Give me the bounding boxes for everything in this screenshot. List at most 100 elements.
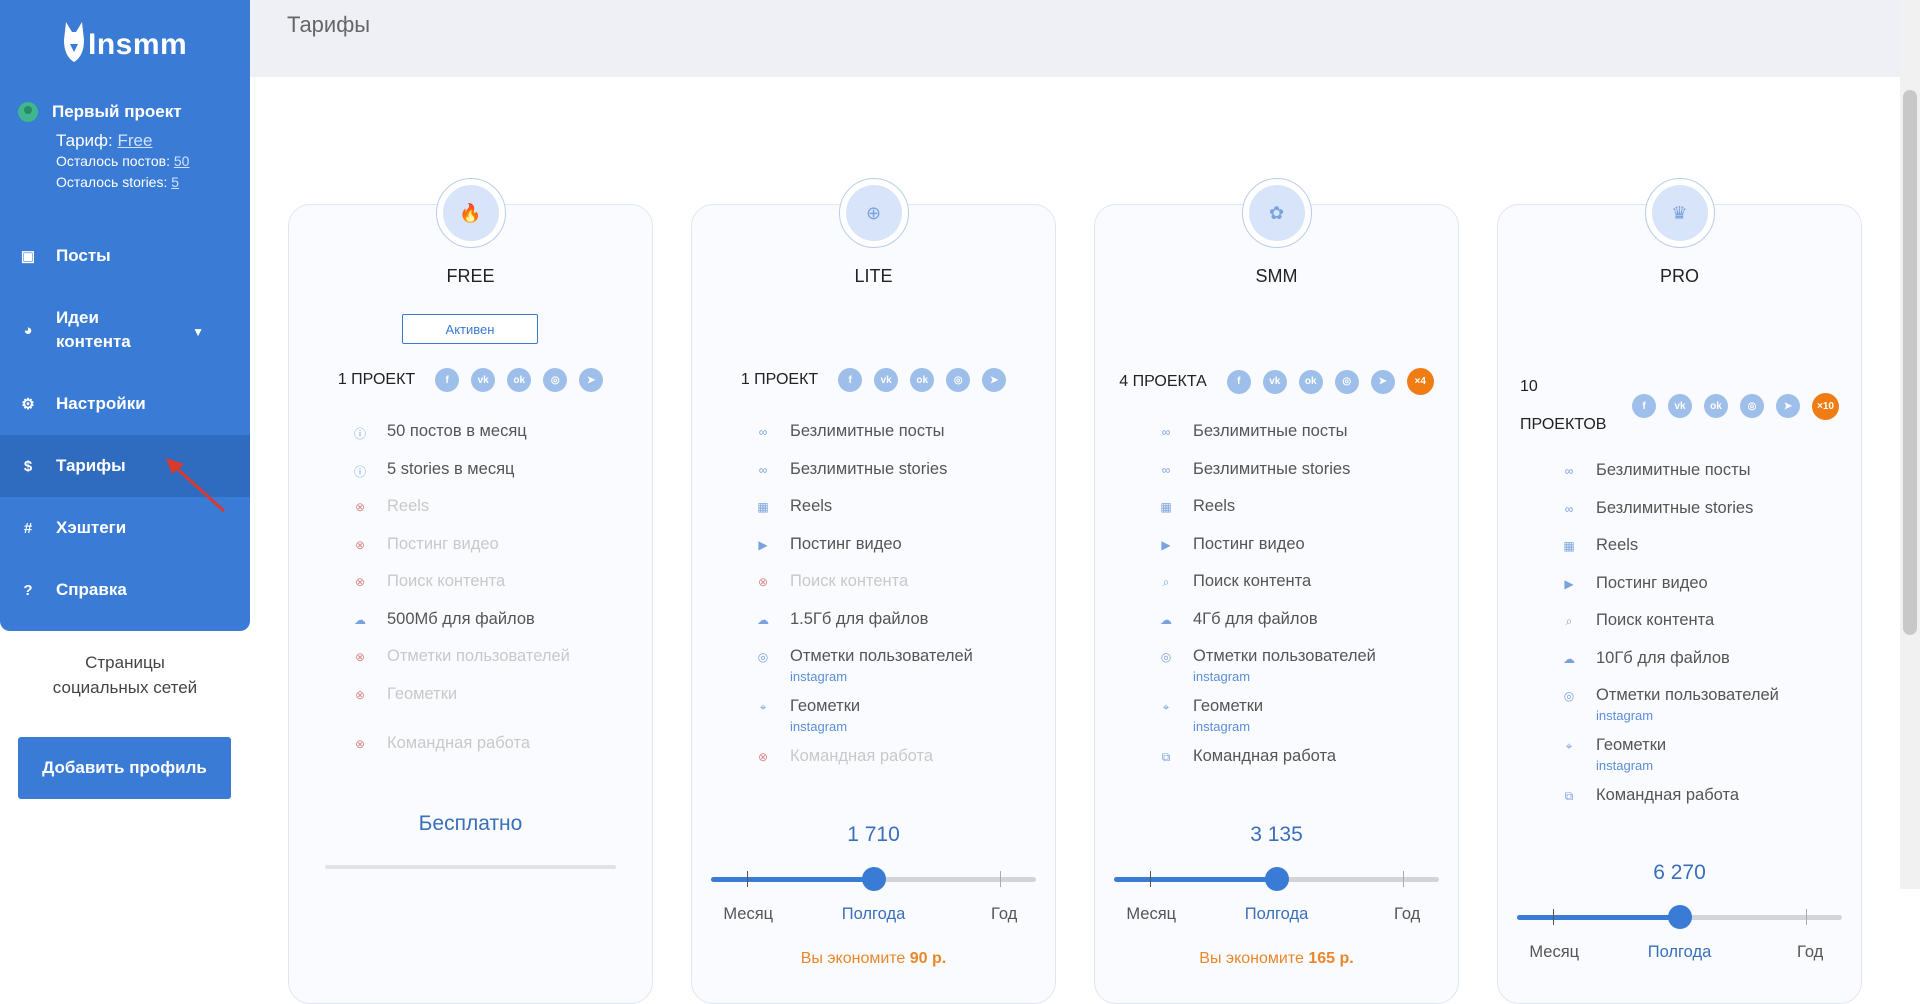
posts-left-label: Осталось постов: [56,153,170,169]
stories-left-value[interactable]: 5 [171,174,179,190]
cross-icon: ⊗ [354,737,366,751]
plan-badge: 🔥 [435,178,506,248]
feature-item: ▶ Постинг видео [1562,574,1852,612]
slider-thumb[interactable] [1667,905,1692,929]
telegram-icon: ➤ [982,368,1007,392]
stories-left-label: Осталось stories: [56,174,168,190]
cloud-icon: ☁ [1563,651,1575,666]
feature-item: ⊗ Постинг видео [353,535,643,573]
sidebar-item-label: Хэштеги [56,518,127,537]
cloud-icon: ☁ [354,612,366,627]
slider-tick [1403,871,1405,887]
projects-row: 1 ПРОЕКТ f vk ok ◎ ➤ [692,368,1055,392]
feature-item: ⊗ Reels [353,497,643,535]
feature-item: ∞ Безлимитные посты [1562,461,1852,499]
feature-item: ⊗ Командная работа [353,734,643,772]
projects-row: 1 ПРОЕКТ f vk ok ◎ ➤ [289,368,652,392]
period-option[interactable]: Год [991,905,1017,924]
feature-item: ☁ 4Гб для файлов [1159,610,1449,648]
plan-card-free: 🔥 FREE Активен 1 ПРОЕКТ f vk ok ◎ ➤ ⓘ 50 постов в … [288,178,653,1004]
cross-icon: ⊗ [757,575,769,589]
multiplier-badge: ×4 [1406,368,1434,395]
plan-title: PRO [1659,266,1699,286]
feature-text: Командная работа [1596,786,1740,804]
feature-text: Командная работа [387,734,531,752]
sidebar-item-settings[interactable]: ⚙ Настройки [0,373,250,435]
sidebar-item-label: Тарифы [56,456,126,475]
feature-item: ◎ Отметки пользователей instagram [1159,647,1449,697]
period-option[interactable]: Год [1797,943,1823,962]
feature-item: ⊗ Отметки пользователей [353,647,643,685]
feature-item: ∞ Безлимитные посты [1159,422,1449,460]
plan-card-smm: ✿ SMM 4 ПРОЕКТА f vk ok ◎ ➤ ×4 ∞ Безлимитные посты… [1094,178,1459,1004]
price-divider [325,865,616,869]
gear-icon: ⚙ [21,396,35,413]
facebook-icon: f [838,368,863,392]
feature-text: Поиск контента [387,572,506,590]
feature-item: ☁ 10Гб для файлов [1562,649,1852,687]
feature-item: ⊗ Командная работа [756,747,1046,785]
odnoklassniki-icon: ok [910,368,935,392]
feature-subtext: instagram [790,669,848,684]
feature-text: Reels [790,497,833,515]
tariff-link[interactable]: Free [117,131,152,150]
plan-card-lite: ⊕ LITE 1 ПРОЕКТ f vk ok ◎ ➤ ∞ Безлимитные посты ∞ Б… [691,178,1056,1004]
sidebar-item-ideas[interactable]: ◕ Идеи контента ▼ [0,287,250,373]
feature-item: ☁ 1.5Гб для файлов [756,610,1046,648]
info-icon: ⓘ [353,427,366,441]
saving-label: Вы экономите [800,950,906,967]
sidebar-item-posts[interactable]: ▣ Посты [0,225,250,287]
plan-badge: ♛ [1644,178,1715,248]
logo[interactable]: Insmm [62,18,187,66]
team-icon: ⧉ [1161,750,1171,764]
slider-thumb[interactable] [1264,867,1289,891]
feature-item: ▶ Постинг видео [756,535,1046,573]
plan-badge: ✿ [1241,178,1312,248]
scrollbar-thumb[interactable] [1903,90,1917,635]
cubes-icon: ✿ [1248,185,1305,241]
period-slider[interactable] [1114,867,1439,891]
posts-left-value[interactable]: 50 [174,153,190,169]
plan-title: SMM [1255,266,1298,286]
flame-icon: 🔥 [442,185,499,241]
feature-item: ⌖ Геометки instagram [756,697,1046,747]
caret-down-icon[interactable]: ▼ [192,325,204,339]
period-option[interactable]: Месяц [723,905,773,924]
feature-item: ∞ Безлимитные stories [756,460,1046,498]
period-option[interactable]: Полгода [842,905,906,924]
feature-text: 5 stories в месяц [387,459,515,478]
period-slider[interactable] [1517,905,1842,929]
feature-text: Поиск контента [1193,572,1312,590]
cross-icon: ⊗ [757,750,769,764]
active-status-button[interactable]: Активен [402,314,538,344]
feature-item: ▦ Reels [1159,497,1449,535]
projects-row: 4 ПРОЕКТА f vk ok ◎ ➤ ×4 [1095,368,1458,395]
period-option[interactable]: Полгода [1648,943,1712,962]
feature-item: ⓘ 50 постов в месяц [353,422,643,460]
feature-list: ∞ Безлимитные посты ∞ Безлимитные stories ▦ R… [1159,422,1449,785]
sidebar-item-help[interactable]: ? Справка [0,559,250,621]
feature-item: ∞ Безлимитные посты [756,422,1046,460]
feature-item: ⌕ Поиск контента [1562,611,1852,649]
period-option[interactable]: Год [1394,905,1420,924]
feature-item: ◎ Отметки пользователей instagram [756,647,1046,697]
add-profile-button[interactable]: Добавить профиль [18,737,231,799]
cross-icon: ⊗ [354,575,366,589]
slider-thumb[interactable] [861,867,886,891]
period-slider[interactable] [711,867,1036,891]
reels-icon: ▦ [1563,539,1575,553]
slider-fill [1517,915,1680,920]
scrollbar[interactable] [1900,0,1920,889]
period-option[interactable]: Месяц [1529,943,1579,962]
feature-text: Геометки [387,684,458,703]
telegram-icon: ➤ [1370,369,1395,394]
project-name[interactable]: Первый проект [52,102,182,122]
feature-text: Безлимитные посты [790,422,945,440]
projects-count: 1 ПРОЕКТ [337,371,416,388]
crown-icon: ♛ [1651,185,1708,241]
feature-list: ∞ Безлимитные посты ∞ Безлимитные stories ▦ R… [1562,461,1852,824]
social-pages-label[interactable]: Страницы социальных сетей [0,650,250,700]
period-option[interactable]: Полгода [1245,905,1309,924]
period-option[interactable]: Месяц [1126,905,1176,924]
red-arrow-annotation [166,458,226,513]
